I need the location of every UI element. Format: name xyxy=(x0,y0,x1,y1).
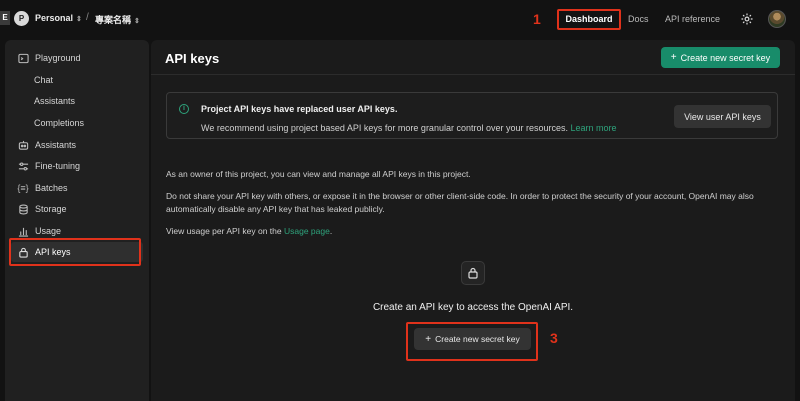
view-user-api-keys-button[interactable]: View user API keys xyxy=(674,105,771,128)
user-avatar[interactable] xyxy=(768,10,786,28)
plus-icon: + xyxy=(670,52,677,63)
sliders-icon xyxy=(17,160,29,172)
database-icon xyxy=(17,203,29,215)
sidebar-item-fine-tuning[interactable]: Fine-tuning xyxy=(11,156,143,176)
nav-dashboard[interactable]: Dashboard xyxy=(557,9,621,30)
org-initial-badge[interactable]: E xyxy=(0,11,10,25)
create-secret-key-button-center[interactable]: + Create new secret key xyxy=(414,328,531,350)
sidebar-item-label: Completions xyxy=(34,118,85,128)
sidebar-item-label: Playground xyxy=(35,53,81,63)
button-label: Create new secret key xyxy=(435,334,520,344)
usage-suffix: . xyxy=(329,226,333,236)
top-bar: E P Personal ⇕ / 專案名稱 ⇕ 1 Dashboard Docs A… xyxy=(0,0,800,40)
org-avatar[interactable]: P xyxy=(14,11,29,26)
create-secret-key-button[interactable]: + Create new secret key xyxy=(661,47,780,68)
nav-docs[interactable]: Docs xyxy=(628,14,649,24)
project-name: 專案名稱 xyxy=(95,15,132,25)
annotation-highlight-api-keys xyxy=(9,238,141,266)
org-selector[interactable]: Personal ⇕ xyxy=(35,13,82,23)
sidebar: Playground Chat Assistants Completions A… xyxy=(5,40,149,401)
info-icon: i xyxy=(179,104,189,114)
notice-text: We recommend using project based API key… xyxy=(201,123,569,133)
updown-chevron-icon: ⇕ xyxy=(134,18,140,25)
annotation-number-3: 3 xyxy=(550,330,558,346)
main-panel: API keys + Create new secret key i Proje… xyxy=(151,40,795,401)
lock-icon xyxy=(461,261,485,285)
org-name: Personal xyxy=(35,13,74,23)
page-header: API keys + Create new secret key xyxy=(151,40,795,75)
usage-prefix: View usage per API key on the xyxy=(166,226,282,236)
security-warning-text: Do not share your API key with others, o… xyxy=(166,191,754,214)
notice-title: Project API keys have replaced user API … xyxy=(201,104,398,114)
sidebar-item-label: Usage xyxy=(35,226,62,236)
assistants-icon xyxy=(17,139,29,151)
sidebar-item-storage[interactable]: Storage xyxy=(11,199,143,219)
empty-state-title: Create an API key to access the OpenAI A… xyxy=(372,302,574,313)
sidebar-item-chat[interactable]: Chat xyxy=(11,70,143,90)
owner-info-text: As an owner of this project, you can vie… xyxy=(166,169,471,179)
sidebar-item-batches[interactable]: {≡} Batches xyxy=(11,178,143,198)
sidebar-item-label: Assistants xyxy=(34,96,76,106)
notice-body: We recommend using project based API key… xyxy=(201,123,617,133)
bar-chart-icon xyxy=(17,225,29,237)
sidebar-item-playground[interactable]: Playground xyxy=(11,48,143,68)
sidebar-item-label: Chat xyxy=(34,75,54,85)
breadcrumb-separator: / xyxy=(86,12,89,23)
updown-chevron-icon: ⇕ xyxy=(76,16,82,23)
sidebar-item-completions[interactable]: Completions xyxy=(11,113,143,133)
page-title: API keys xyxy=(165,51,220,66)
sidebar-item-label: Fine-tuning xyxy=(35,161,81,171)
plus-icon: + xyxy=(425,333,432,345)
usage-page-link[interactable]: Usage page xyxy=(284,226,330,236)
sidebar-item-label: Batches xyxy=(35,183,68,193)
learn-more-link[interactable]: Learn more xyxy=(571,123,617,133)
sidebar-item-label: Assistants xyxy=(35,140,77,150)
usage-info-text: View usage per API key on the Usage page… xyxy=(166,225,780,238)
braces-icon: {≡} xyxy=(17,183,29,193)
gear-icon[interactable] xyxy=(740,12,754,26)
button-label: Create new secret key xyxy=(680,52,771,63)
notice-banner: i Project API keys have replaced user AP… xyxy=(166,92,778,139)
sidebar-item-assistants[interactable]: Assistants xyxy=(11,135,143,155)
annotation-number-1: 1 xyxy=(533,11,541,27)
sidebar-item-assistants-playground[interactable]: Assistants xyxy=(11,91,143,111)
sidebar-item-label: Storage xyxy=(35,204,67,214)
project-selector[interactable]: 專案名稱 ⇕ xyxy=(95,13,140,26)
nav-api-reference[interactable]: API reference xyxy=(665,14,720,24)
playground-icon xyxy=(17,52,29,64)
